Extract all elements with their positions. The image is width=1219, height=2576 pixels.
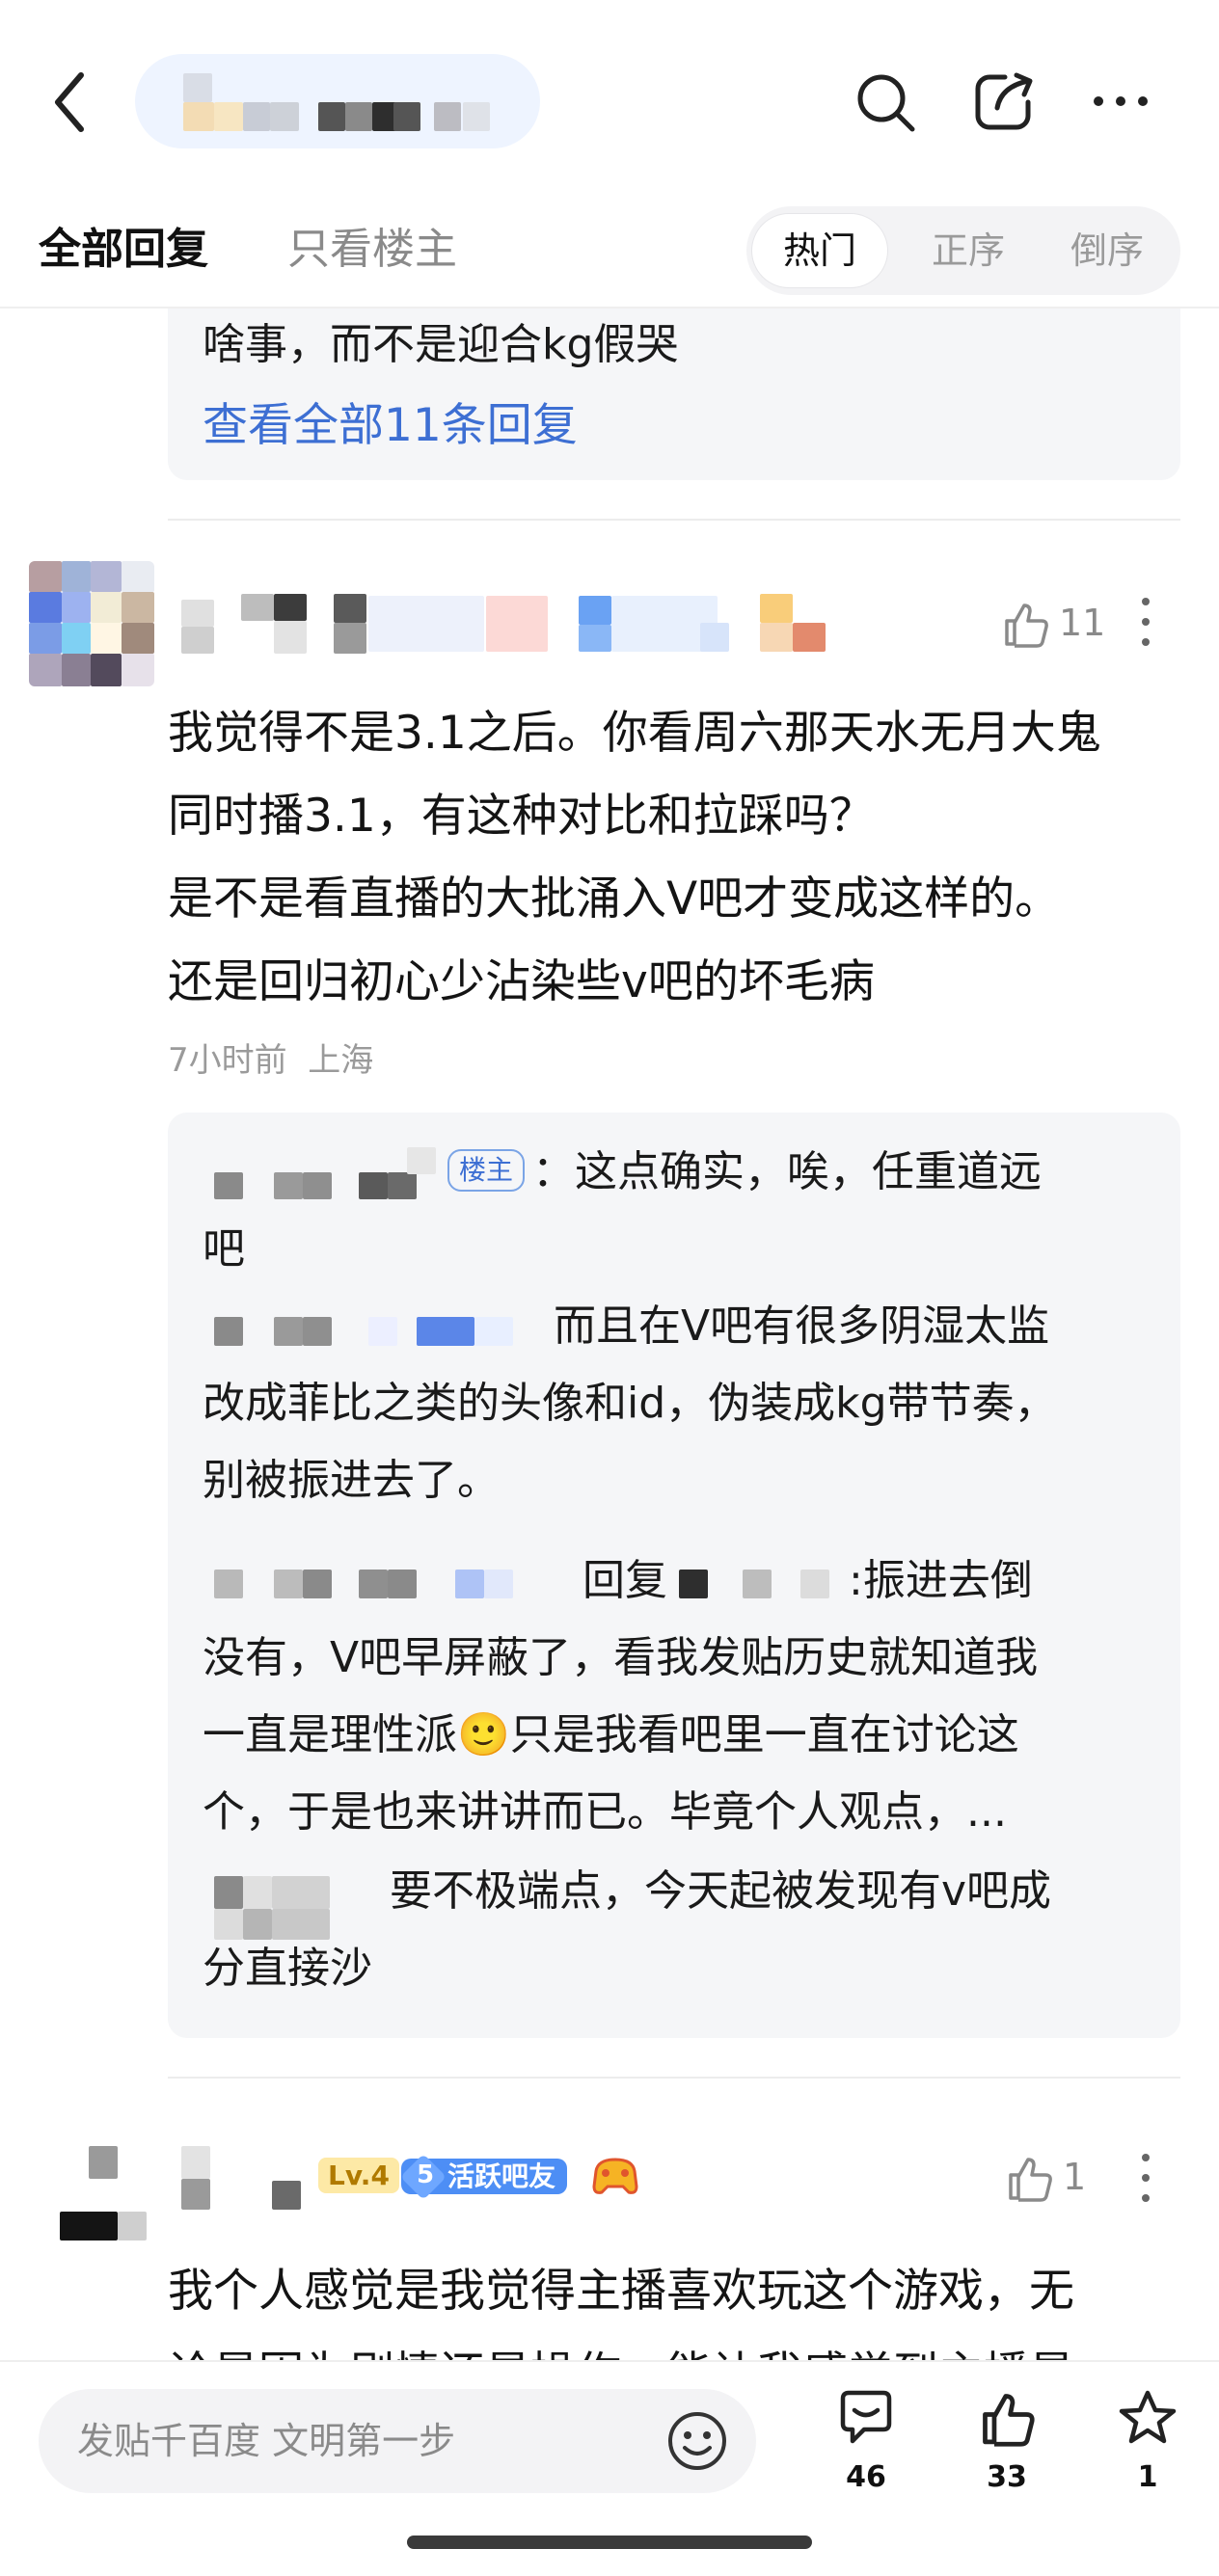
comment-icon <box>840 2390 892 2444</box>
like-button[interactable]: 1 <box>1003 2150 1090 2208</box>
reply-text: ：这点确实，唉，任重道远 <box>532 1147 1042 1196</box>
comments-count: 46 <box>846 2460 886 2494</box>
star-icon <box>1119 2390 1177 2444</box>
reply-input-placeholder: 发贴千百度 文明第一步 <box>77 2420 456 2462</box>
reply-text: 吧 <box>203 1224 245 1274</box>
active-member-badge: 5 活跃吧友 <box>399 2153 568 2201</box>
sort-ascending-button[interactable]: 正序 <box>901 206 1036 295</box>
reply-input[interactable]: 发贴千百度 文明第一步 <box>39 2389 756 2493</box>
favorites-button[interactable]: 1 <box>1109 2387 1186 2503</box>
reply-username-blurred[interactable] <box>214 1313 523 1352</box>
reply-text: :振进去倒 <box>849 1556 1033 1605</box>
share-icon[interactable] <box>972 69 1036 133</box>
reply-text: 分直接沙 <box>203 1944 372 1993</box>
like-count: 1 <box>1063 2156 1087 2198</box>
member-level-number: 5 <box>417 2160 435 2189</box>
reply-text-segment: 只是我看吧里一直在讨论这 <box>509 1710 1019 1759</box>
reply-text: 啥事，而不是迎合kg假哭 <box>203 320 679 369</box>
forum-title-pill[interactable] <box>135 54 540 148</box>
reply-text: 一直是理性派🙂只是我看吧里一直在讨论这 <box>203 1697 1019 1774</box>
post-line: 是不是看直播的大批涌入V吧才变成这样的。 <box>168 872 1061 926</box>
reply-text: 没有，V吧早屏蔽了，看我发贴历史就知道我 <box>203 1633 1039 1682</box>
reply-text-segment: 一直是理性派 <box>203 1710 457 1759</box>
post-line: 我觉得不是3.1之后。你看周六那天水无月大鬼 <box>168 707 1101 760</box>
tab-all-replies[interactable]: 全部回复 <box>39 214 208 276</box>
post-line: 同时播3.1，有这种对比和拉踩吗？ <box>168 790 875 843</box>
more-options-icon[interactable] <box>1140 2152 1169 2214</box>
level-badge: Lv.4 <box>318 2158 399 2193</box>
favorites-count: 1 <box>1137 2460 1158 2494</box>
owner-badge: 楼主 <box>447 1149 526 1192</box>
home-indicator[interactable] <box>407 2536 812 2549</box>
tab-owner-only[interactable]: 只看楼主 <box>287 214 457 276</box>
sort-toggle: 热门 正序 倒序 <box>746 206 1180 295</box>
reply-text: 而且在V吧有很多阴湿太监 <box>554 1301 1050 1351</box>
post-line: 我个人感觉是我觉得主播喜欢玩这个游戏，无 <box>168 2265 1074 2318</box>
post-divider <box>168 519 1180 521</box>
view-all-replies-link[interactable]: 查看全部11条回复 <box>203 388 578 465</box>
post-meta: 7小时前 上海 <box>168 1041 374 1080</box>
active-member-label: 活跃吧友 <box>447 2160 556 2192</box>
prev-reply-box: 啥事，而不是迎合kg假哭 查看全部11条回复 <box>168 309 1180 480</box>
reply-target-blurred[interactable] <box>679 1570 853 1608</box>
reply-text: 要不极端点，今天起被发现有v吧成 <box>390 1866 1052 1916</box>
thumbs-up-icon <box>1005 604 1048 648</box>
reply-text: 改成菲比之类的头像和id，伪装成kg带节奏， <box>203 1379 1057 1428</box>
post-body: 我觉得不是3.1之后。你看周六那天水无月大鬼 同时播3.1，有这种对比和拉踩吗？… <box>168 692 1190 1024</box>
back-icon[interactable] <box>50 69 89 135</box>
reply-action-label: 回复 <box>582 1556 667 1605</box>
more-options-icon[interactable] <box>1140 596 1169 658</box>
reply-username-blurred[interactable] <box>214 1566 542 1604</box>
smile-emoji-icon: 🙂 <box>457 1710 510 1759</box>
sort-descending-button[interactable]: 倒序 <box>1040 206 1175 295</box>
avatar[interactable] <box>60 2146 156 2242</box>
search-icon[interactable] <box>854 71 916 133</box>
post-line: 还是回归初心少沾染些v吧的坏毛病 <box>168 955 875 1008</box>
thumbs-up-icon <box>983 2394 1035 2447</box>
avatar[interactable] <box>29 561 154 686</box>
username-blurred[interactable] <box>181 592 837 657</box>
username-blurred[interactable] <box>181 2146 316 2214</box>
replies-box: 楼主 ：这点确实，唉，任重道远 吧 而且在V吧有很多阴湿太监 改成菲比之类的头像… <box>168 1113 1180 2038</box>
emoji-icon[interactable] <box>665 2409 729 2473</box>
game-controller-icon <box>590 2152 640 2202</box>
likes-count: 33 <box>987 2460 1027 2494</box>
reply-username-blurred[interactable] <box>214 1145 455 1203</box>
reply-text: 个，于是也来讲讲而已。毕竟个人观点，... <box>203 1787 1007 1837</box>
comments-button[interactable]: 46 <box>827 2387 905 2503</box>
thumbs-up-icon <box>1009 2158 1052 2202</box>
like-count: 11 <box>1059 602 1106 644</box>
likes-button[interactable]: 33 <box>968 2387 1045 2503</box>
more-icon[interactable] <box>1092 94 1150 108</box>
like-button[interactable]: 11 <box>999 596 1105 654</box>
post-divider <box>168 2077 1180 2079</box>
sort-hot-button[interactable]: 热门 <box>752 214 887 287</box>
reply-text: 别被振进去了。 <box>203 1456 500 1505</box>
